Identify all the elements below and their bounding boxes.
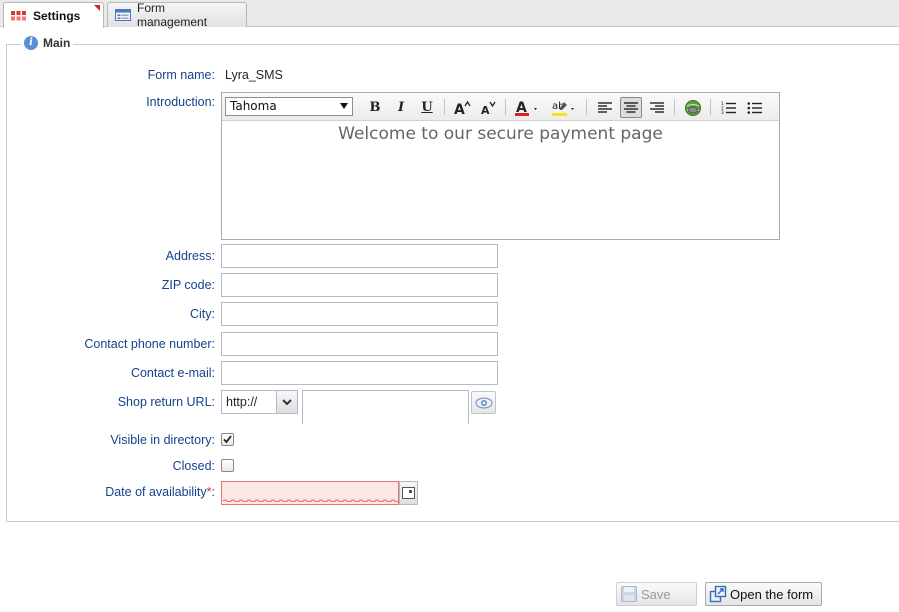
editor-toolbar: Tahoma B I U A A A ab 1 2 3 (222, 93, 779, 121)
introduction-label: Introduction: (146, 95, 215, 109)
font-grow-icon: A (454, 100, 471, 116)
tab-form-management-label: Form management (137, 1, 208, 29)
zip-code-input[interactable] (221, 273, 498, 297)
font-color-button[interactable]: A (512, 97, 542, 118)
visible-in-directory-label: Visible in directory: (110, 433, 215, 447)
form-name-label: Form name: (147, 68, 215, 82)
contact-phone-label: Contact phone number: (84, 337, 215, 351)
link-globe-icon (685, 99, 701, 116)
eye-icon (475, 397, 492, 408)
chevron-down-icon (276, 391, 297, 413)
align-right-button[interactable] (646, 97, 668, 118)
section-legend: i Main (21, 36, 74, 50)
introduction-editor: Tahoma B I U A A A ab 1 2 3 Welcome to o… (221, 92, 780, 240)
toolbar-separator (586, 99, 587, 115)
zip-code-label: ZIP code: (161, 278, 215, 292)
invalid-underline (223, 499, 398, 502)
underline-button[interactable]: U (416, 97, 438, 118)
align-center-icon (624, 101, 638, 113)
bullet-list-icon (747, 101, 762, 114)
bullet-list-button[interactable] (744, 97, 766, 118)
date-of-availability-input[interactable] (221, 481, 399, 505)
open-form-button[interactable]: Open the form (705, 582, 822, 606)
toolbar-separator (710, 99, 711, 115)
calendar-icon (402, 487, 415, 499)
open-form-button-label: Open the form (730, 586, 814, 602)
highlight-color-button[interactable]: ab (549, 97, 579, 118)
toolbar-separator (505, 99, 506, 115)
align-center-button[interactable] (620, 97, 642, 118)
visible-in-directory-checkbox[interactable] (221, 433, 234, 446)
tab-form-management[interactable]: Form management (107, 1, 247, 29)
tab-modified-marker (94, 5, 100, 11)
preview-url-button[interactable] (471, 391, 496, 414)
shop-return-url-input[interactable] (302, 390, 469, 424)
form-window-icon (114, 8, 132, 22)
contact-email-input[interactable] (221, 361, 498, 385)
tab-settings-label: Settings (33, 8, 81, 23)
address-input[interactable] (221, 244, 498, 268)
floppy-disk-icon (621, 586, 637, 602)
city-label: City: (190, 307, 215, 321)
font-color-icon: A (515, 100, 537, 116)
tab-strip: Settings Form management (0, 0, 899, 29)
svg-text:3: 3 (721, 110, 724, 115)
date-of-availability-label: Date of availability*: (0, 485, 215, 499)
toolbar-separator (674, 99, 675, 115)
contact-email-label: Contact e-mail: (130, 366, 215, 380)
info-icon: i (24, 36, 38, 50)
section-title: Main (43, 36, 71, 50)
save-button[interactable]: Save (616, 582, 697, 606)
align-left-icon (598, 101, 612, 113)
italic-button[interactable]: I (390, 97, 412, 118)
form-name-value: Lyra_SMS (225, 68, 283, 82)
ordered-list-button[interactable]: 123 (718, 97, 740, 118)
url-protocol-select[interactable]: http:// (221, 390, 298, 414)
shop-return-url-label: Shop return URL: (117, 395, 215, 409)
font-family-value: Tahoma (230, 99, 277, 113)
bold-button[interactable]: B (364, 97, 386, 118)
font-shrink-icon: A (481, 101, 496, 116)
align-left-button[interactable] (594, 97, 616, 118)
toolbar-separator (444, 99, 445, 115)
ordered-list-icon: 123 (721, 101, 736, 115)
font-family-select[interactable]: Tahoma (225, 97, 353, 116)
date-label-colon: : (211, 485, 215, 499)
svg-text:A: A (454, 102, 465, 116)
align-right-icon (650, 101, 664, 113)
open-window-icon (709, 585, 727, 603)
date-label-text: Date of availability (105, 485, 207, 499)
url-protocol-value: http:// (226, 395, 258, 409)
contact-phone-input[interactable] (221, 332, 498, 356)
closed-checkbox[interactable] (221, 459, 234, 472)
font-size-increase-button[interactable]: A (451, 97, 473, 118)
chevron-down-icon (340, 103, 348, 109)
insert-link-button[interactable] (682, 97, 704, 118)
highlight-icon: ab (552, 101, 574, 116)
closed-label: Closed: (172, 459, 215, 473)
save-button-label: Save (641, 586, 671, 602)
editor-content[interactable]: Welcome to our secure payment page (222, 121, 779, 144)
address-label: Address: (165, 249, 215, 263)
checkmark-icon (223, 435, 232, 444)
font-size-decrease-button[interactable]: A (477, 97, 499, 118)
date-picker-button[interactable] (399, 481, 418, 505)
svg-text:A: A (481, 104, 490, 116)
city-input[interactable] (221, 302, 498, 326)
settings-grid-icon (10, 9, 28, 23)
tab-settings[interactable]: Settings (3, 2, 104, 28)
